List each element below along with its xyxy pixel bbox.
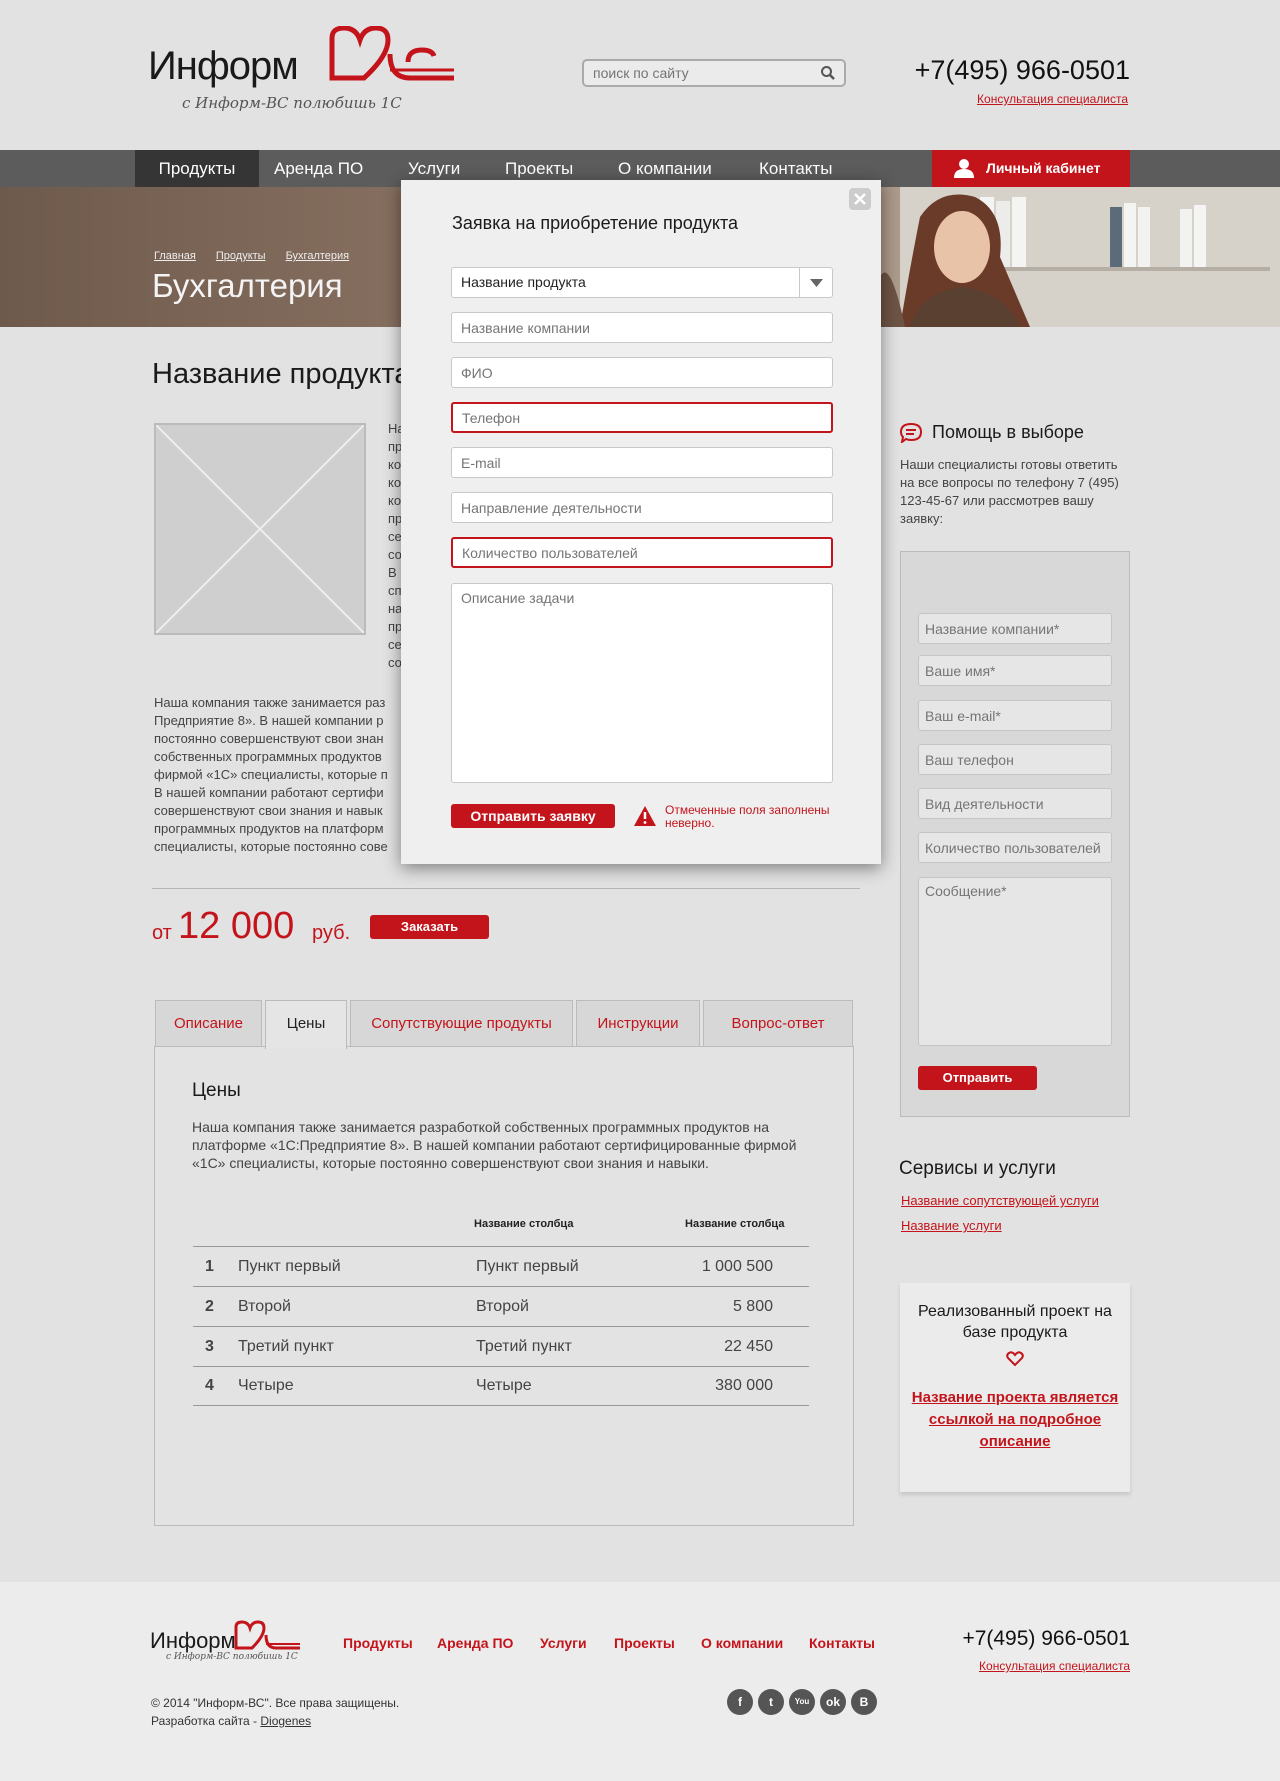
- youtube-icon[interactable]: You: [789, 1689, 815, 1715]
- developer-prefix: Разработка сайта -: [151, 1714, 261, 1728]
- footer-consult-link[interactable]: Консультация специалиста: [930, 1659, 1130, 1673]
- product-select-value: Название продукта: [461, 274, 586, 290]
- logo-slogan: с Информ-ВС полюбишь 1С: [182, 94, 402, 112]
- project-link[interactable]: Название проекта является ссылкой на под…: [900, 1387, 1130, 1453]
- heart-icon: [1006, 1351, 1024, 1367]
- modal-fullname-field[interactable]: [451, 357, 833, 388]
- odnoklassniki-icon[interactable]: ok: [820, 1689, 846, 1715]
- banner-title: Бухгалтерия: [152, 267, 343, 304]
- service-link[interactable]: Название услуги: [901, 1218, 1002, 1233]
- tab-prices[interactable]: Цены: [265, 1000, 347, 1049]
- tab-instructions[interactable]: Инструкции: [576, 1000, 700, 1047]
- email-field[interactable]: [918, 700, 1112, 731]
- product-title: Название продукта: [152, 358, 411, 390]
- name-field[interactable]: [918, 655, 1112, 686]
- table-row: 2 Второй Второй 5 800: [193, 1287, 809, 1327]
- product-select[interactable]: Название продукта: [451, 267, 833, 298]
- footer-logo-brand: Информ: [150, 1628, 236, 1653]
- project-title: Реализованный проект на базе продукта: [918, 1303, 1112, 1341]
- price-currency: руб.: [312, 922, 351, 944]
- search-icon[interactable]: [820, 65, 836, 81]
- activity-field[interactable]: [918, 788, 1112, 819]
- sidebar-send-button[interactable]: Отправить: [918, 1066, 1037, 1090]
- footer-logo-slogan: с Информ-ВС полюбишь 1С: [166, 1652, 298, 1662]
- developer-link[interactable]: Diogenes: [260, 1714, 311, 1728]
- facebook-icon[interactable]: f: [727, 1689, 753, 1715]
- modal-users-field[interactable]: [451, 537, 833, 568]
- table-row: 1 Пункт первый Пункт первый 1 000 500: [193, 1247, 809, 1287]
- message-field[interactable]: [918, 877, 1112, 1046]
- table-row: 4 Четыре Четыре 380 000: [193, 1366, 809, 1406]
- copyright-text: © 2014 "Информ-ВС". Все права защищены.: [151, 1696, 400, 1710]
- nav-item-rent[interactable]: Аренда ПО: [258, 150, 379, 187]
- warning-icon: [634, 806, 656, 826]
- company-field[interactable]: [918, 613, 1112, 644]
- services-title: Сервисы и услуги: [899, 1158, 1056, 1179]
- modal-title: Заявка на приобретение продукта: [452, 213, 739, 233]
- tab-related[interactable]: Сопутствующие продукты: [350, 1000, 573, 1047]
- product-extra-text: Наша компания также занимается раз Предпр…: [154, 695, 388, 854]
- help-text: Наши специалисты готовы ответить на все …: [900, 457, 1119, 526]
- chevron-down-icon[interactable]: [799, 268, 832, 297]
- table-header: Название столбца: [685, 1218, 785, 1230]
- submit-request-button[interactable]: Отправить заявку: [451, 804, 615, 828]
- users-count-field[interactable]: [918, 832, 1112, 863]
- table-row: 3 Третий пункт Третий пункт 22 450: [193, 1327, 809, 1367]
- footer-phone: +7(495) 966-0501: [962, 1627, 1130, 1650]
- tab-description[interactable]: Описание: [155, 1000, 262, 1047]
- panel-title: Цены: [192, 1080, 241, 1101]
- product-image-placeholder: [154, 423, 366, 635]
- modal-company-field[interactable]: [451, 312, 833, 343]
- logo-heart-icon: [329, 26, 454, 81]
- logo-brand: Информ: [148, 44, 299, 88]
- vkontakte-icon[interactable]: В: [851, 1689, 877, 1715]
- table-header: Название столбца: [474, 1218, 574, 1230]
- project-card: Реализованный проект на базе продукта На…: [900, 1283, 1130, 1492]
- modal-email-field[interactable]: [451, 447, 833, 478]
- footer-heart-icon: [234, 1620, 300, 1650]
- phone-field[interactable]: [918, 744, 1112, 775]
- consult-link[interactable]: Консультация специалиста: [900, 92, 1128, 106]
- close-icon[interactable]: [849, 188, 871, 210]
- chat-bubble-icon: [900, 423, 922, 443]
- footer-nav-services[interactable]: Услуги: [540, 1635, 587, 1651]
- banner-photo: [880, 187, 1280, 327]
- divider: [152, 888, 860, 889]
- price-value: 12 000: [178, 905, 295, 947]
- order-button[interactable]: Заказать: [370, 915, 489, 939]
- footer-nav-contacts[interactable]: Контакты: [809, 1635, 875, 1651]
- nav-item-products[interactable]: Продукты: [135, 150, 259, 187]
- form-error-message: Отмеченные поля заполнены неверно.: [665, 803, 830, 830]
- footer-nav-projects[interactable]: Проекты: [614, 1635, 675, 1651]
- service-link[interactable]: Название сопутствующей услуги: [901, 1193, 1099, 1208]
- close-button[interactable]: [849, 188, 871, 210]
- footer-nav-rent[interactable]: Аренда ПО: [437, 1635, 513, 1651]
- breadcrumb-products[interactable]: Продукты: [216, 250, 266, 262]
- modal-activity-field[interactable]: [451, 492, 833, 523]
- price-prefix: от: [152, 922, 172, 944]
- breadcrumb-current[interactable]: Бухгалтерия: [286, 250, 350, 262]
- cabinet-button[interactable]: Личный кабинет: [932, 150, 1130, 187]
- modal-phone-field[interactable]: [451, 402, 833, 433]
- twitter-icon[interactable]: t: [758, 1689, 784, 1715]
- copyright: © 2014 "Информ-ВС". Все права защищены. …: [151, 1694, 399, 1730]
- breadcrumb-home[interactable]: Главная: [154, 250, 196, 262]
- modal-task-field[interactable]: [451, 583, 833, 783]
- help-title: Помощь в выборе: [932, 422, 1084, 442]
- purchase-modal: Заявка на приобретение продукта Название…: [401, 180, 881, 864]
- panel-text: Наша компания также занимается разработк…: [192, 1119, 797, 1171]
- user-icon: [954, 159, 974, 178]
- header-phone: +7(495) 966-0501: [914, 55, 1130, 85]
- breadcrumb: Главная Продукты Бухгалтерия: [154, 250, 369, 262]
- cabinet-label: Личный кабинет: [986, 160, 1101, 176]
- footer-nav-products[interactable]: Продукты: [343, 1635, 413, 1651]
- footer-nav-about[interactable]: О компании: [701, 1635, 783, 1651]
- site-logo[interactable]: Информ с Информ-ВС полюбишь 1С: [148, 26, 458, 116]
- search-input[interactable]: [584, 61, 804, 85]
- footer: [0, 1582, 1280, 1781]
- search-box[interactable]: [582, 59, 846, 87]
- tab-faq[interactable]: Вопрос-ответ: [703, 1000, 853, 1047]
